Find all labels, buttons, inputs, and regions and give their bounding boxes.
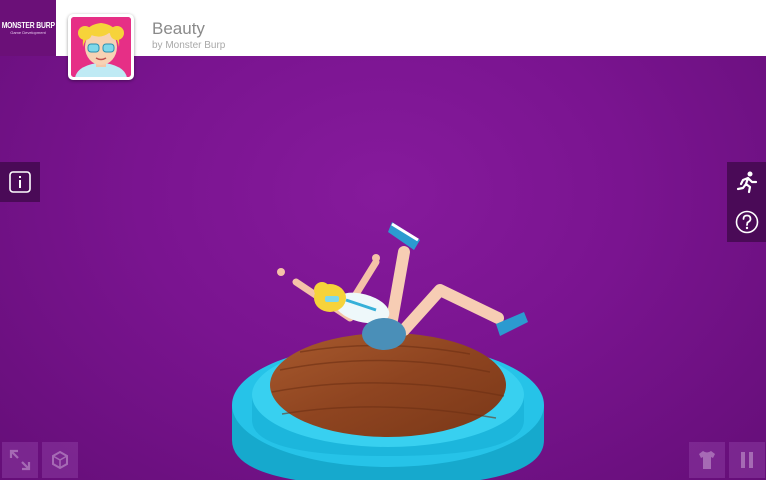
character-portrait — [71, 17, 131, 77]
info-button[interactable] — [0, 162, 40, 202]
fullscreen-button[interactable] — [2, 442, 38, 478]
rotate-view-icon — [52, 450, 68, 470]
help-icon — [735, 210, 758, 234]
app-thumbnail — [68, 14, 134, 80]
rotate-view-button[interactable] — [42, 442, 78, 478]
running-figure-icon — [736, 171, 757, 194]
character — [277, 222, 528, 350]
pause-button[interactable] — [729, 442, 765, 478]
fullscreen-icon — [9, 449, 31, 471]
outfit-button[interactable] — [689, 442, 725, 478]
right-controls — [727, 162, 766, 242]
info-icon — [9, 171, 31, 193]
pedestal — [232, 333, 544, 480]
help-button[interactable] — [727, 202, 766, 242]
animation-button[interactable] — [727, 162, 766, 202]
pause-icon — [741, 452, 753, 468]
outfit-icon — [699, 451, 715, 469]
